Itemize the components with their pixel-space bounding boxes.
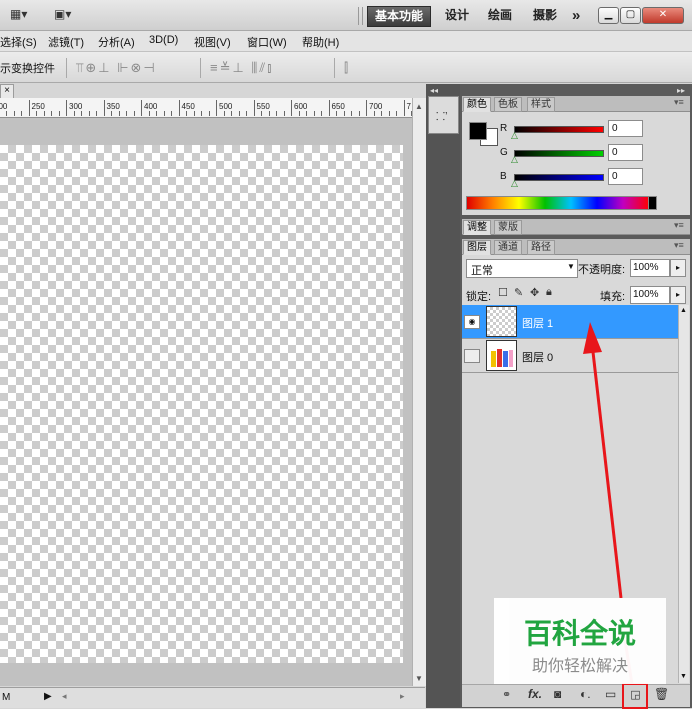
watermark: 百科全说 助你轻松解决 [494, 598, 666, 684]
arrow-shaft [591, 351, 623, 599]
arrow-head [583, 322, 602, 354]
watermark-subtitle: 助你轻松解决 [531, 658, 628, 675]
watermark-title: 百科全说 [523, 618, 636, 649]
